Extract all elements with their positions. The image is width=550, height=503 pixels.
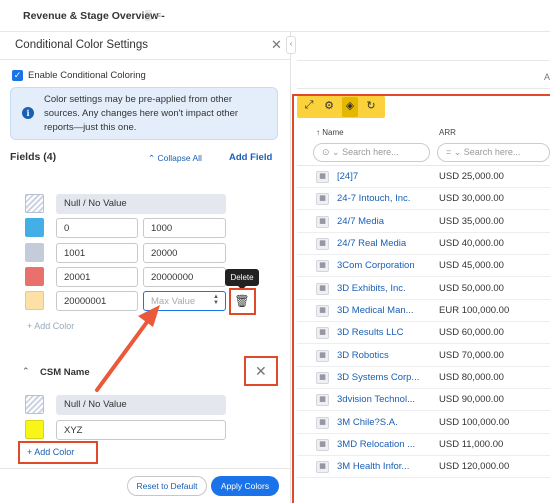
info-icon: i <box>22 107 34 119</box>
csm-name-label: CSM Name <box>40 367 90 378</box>
collapse-all-button[interactable]: ⌃ Collapse All <box>148 153 202 164</box>
highlight-box-remove <box>244 356 278 386</box>
report-title: Revenue & Stage Overview - <box>23 10 165 22</box>
apply-colors-button[interactable]: Apply Colors <box>211 476 279 496</box>
fields-count-label: Fields (4) <box>10 151 57 163</box>
max-value-input[interactable]: 20000 <box>143 243 226 263</box>
max-value-input[interactable]: 20000000 <box>143 267 226 287</box>
stepper-icon[interactable]: ▲ ▼ <box>213 294 219 306</box>
min-value-input[interactable]: 20001 <box>56 267 138 287</box>
min-value-input[interactable]: 1001 <box>56 243 138 263</box>
info-text: Color settings may be pre-applied from o… <box>44 94 239 133</box>
color-swatch-range-3[interactable] <box>25 267 44 286</box>
highlight-box-add-color <box>18 441 98 464</box>
enable-coloring-checkbox[interactable]: ✓ <box>12 70 23 81</box>
enable-coloring-label: Enable Conditional Coloring <box>28 70 146 81</box>
value-input[interactable]: XYZ <box>56 420 226 440</box>
color-swatch-xyz[interactable] <box>25 420 44 439</box>
color-swatch-null[interactable] <box>25 395 44 414</box>
reset-to-default-button[interactable]: Reset to Default <box>127 476 207 496</box>
column-stub: A <box>544 72 550 82</box>
add-color-button[interactable]: + Add Color <box>27 321 74 331</box>
color-swatch-range-2[interactable] <box>25 243 44 262</box>
divider <box>0 59 291 60</box>
color-swatch-null[interactable] <box>25 194 44 213</box>
highlight-box-delete <box>229 288 256 315</box>
divider <box>297 60 550 61</box>
view-icons[interactable]: ▒ ≡ <box>145 10 162 20</box>
null-value-field: Null / No Value <box>56 194 226 214</box>
max-value-placeholder: Max Value <box>151 296 196 307</box>
chevron-up-icon[interactable]: ⌃ <box>22 366 30 377</box>
color-swatch-range-4[interactable] <box>25 291 44 310</box>
panel-title: Conditional Color Settings <box>15 39 148 51</box>
collapse-all-label: Collapse All <box>157 153 202 163</box>
max-value-input-focused[interactable]: Max Value ▲ ▼ <box>143 291 226 311</box>
highlight-box-table <box>292 94 550 503</box>
info-banner: i Color settings may be pre-applied from… <box>10 87 278 140</box>
add-field-button[interactable]: Add Field <box>229 152 272 163</box>
divider <box>297 88 550 89</box>
divider <box>0 468 291 469</box>
delete-tooltip: Delete <box>225 269 259 290</box>
close-icon[interactable]: ✕ <box>271 37 282 53</box>
conditional-color-panel: Conditional Color Settings ✕ ✓ Enable Co… <box>0 32 291 503</box>
color-swatch-range-1[interactable] <box>25 218 44 237</box>
collapse-panel-handle[interactable]: ‹ <box>286 36 296 54</box>
min-value-input[interactable]: 20000001 <box>56 291 138 311</box>
null-value-field: Null / No Value <box>56 395 226 415</box>
max-value-input[interactable]: 1000 <box>143 218 226 238</box>
top-bar: Revenue & Stage Overview - ▒ ≡ <box>0 0 550 32</box>
min-value-input[interactable]: 0 <box>56 218 138 238</box>
